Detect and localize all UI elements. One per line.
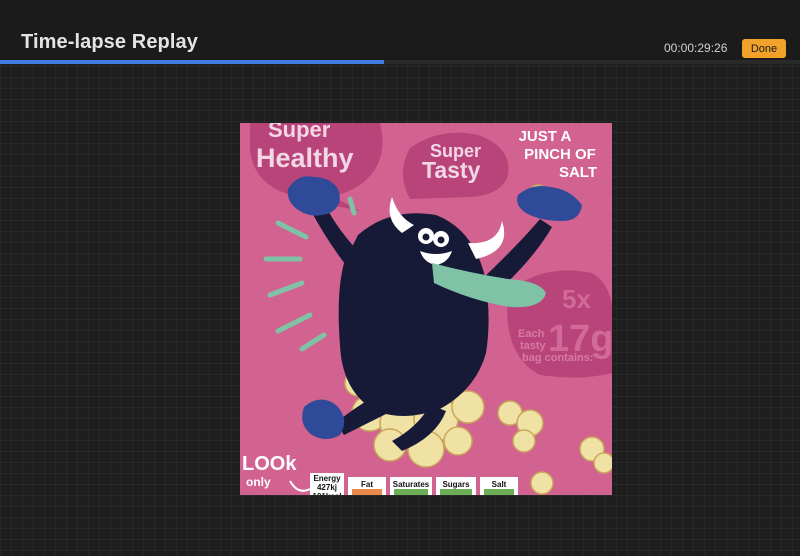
monster-pupil-right [437,236,445,244]
done-button[interactable]: Done [742,39,786,58]
nutrition-energy-kcal: 101kcal [313,492,342,495]
salt-line3: SALT [559,164,597,181]
pack-note-line2: tasty [520,340,547,352]
nutrition-saturates-label: Saturates [393,480,430,489]
replay-progress-fill [0,60,384,64]
pack-count: 5x [562,284,591,314]
nutrition-salt-label: Salt [492,480,507,489]
nutrition-fat-indicator [352,489,382,495]
replay-timestamp: 00:00:29:26 [664,41,728,55]
bubble-left-line1: Super [268,123,331,142]
pack-note-line1: Each [518,328,545,340]
look-only-line2: only [246,475,271,489]
look-only-line1: LOOk [242,453,297,475]
nutrition-energy-kj: 427kj [317,483,337,492]
replay-progress-bar[interactable] [0,60,800,64]
artwork-canvas: Super Healthy Super Tasty JUST A PINCH O… [240,123,612,495]
page-title: Time-lapse Replay [21,31,198,53]
bubble-middle-line2: Tasty [422,157,481,183]
nutrition-energy-label: Energy [313,474,341,483]
monster-body [338,213,489,416]
nutrition-sugars-indicator [440,489,472,495]
salt-line1: JUST A [519,128,572,145]
nutrition-salt-indicator [484,489,514,495]
top-bar: Time-lapse Replay 00:00:29:26 Done [0,0,800,64]
salt-line2: PINCH OF [524,146,596,163]
monster-pupil-left [422,233,430,241]
artwork-illustration: Super Healthy Super Tasty JUST A PINCH O… [240,123,612,495]
nutrition-saturates-indicator [394,489,428,495]
pack-note-line3: bag contains: [522,352,594,364]
bubble-left-line2: Healthy [256,143,354,173]
nutrition-sugars-label: Sugars [442,480,470,489]
nutrition-fat-label: Fat [361,480,373,489]
